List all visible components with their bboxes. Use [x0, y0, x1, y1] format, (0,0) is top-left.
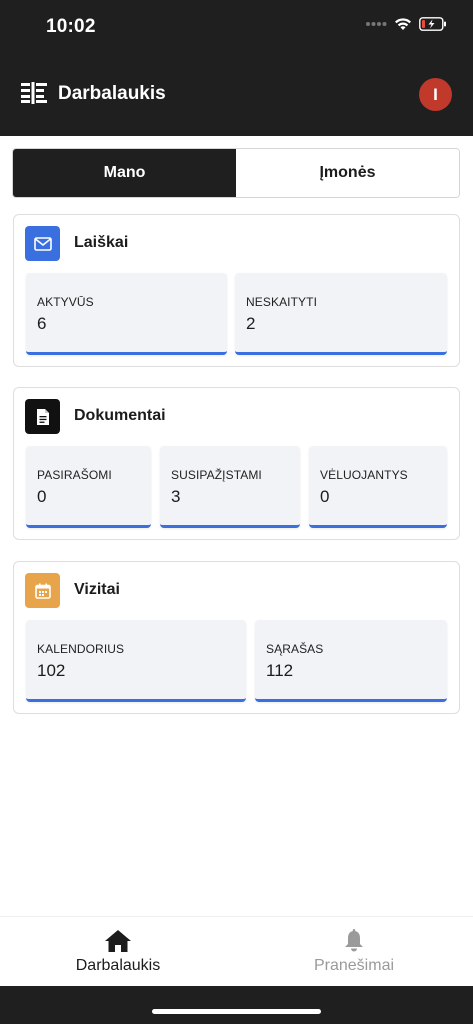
- stat-label: VĖLUOJANTYS: [320, 468, 408, 482]
- status-bar: 10:02: [0, 0, 473, 56]
- stat-pasirasomi[interactable]: PASIRAŠOMI 0: [26, 446, 151, 528]
- stat-value: 0: [320, 487, 330, 506]
- nav-pranesimai[interactable]: Pranešimai: [236, 917, 472, 987]
- bottom-nav: Darbalaukis Pranešimai: [0, 916, 473, 986]
- stat-aktyvus[interactable]: AKTYVŪS 6: [26, 273, 227, 355]
- signal-icon: [365, 21, 387, 27]
- status-icons: [365, 17, 447, 31]
- battery-icon: [419, 17, 447, 31]
- tab-mano[interactable]: Mano: [13, 149, 236, 197]
- card-title-vizitai: Vizitai: [74, 581, 120, 598]
- nav-darbalaukis[interactable]: Darbalaukis: [0, 917, 236, 987]
- stat-value: 2: [246, 314, 256, 333]
- nav-label: Pranešimai: [313, 957, 395, 974]
- stat-value: 112: [266, 661, 294, 680]
- calendar-icon: [25, 573, 60, 608]
- document-icon: [25, 399, 60, 434]
- stat-label: SĄRAŠAS: [266, 642, 324, 656]
- stat-value: 3: [171, 487, 181, 506]
- stat-veluojantys[interactable]: VĖLUOJANTYS 0: [309, 446, 447, 528]
- stat-label: AKTYVŪS: [37, 295, 94, 309]
- bell-icon: [343, 929, 365, 958]
- status-time: 10:02: [46, 16, 96, 37]
- app-logo-icon: [21, 82, 47, 109]
- app-header: Darbalaukis I: [0, 56, 473, 136]
- card-dokumentai: Dokumentai PASIRAŠOMI 0 SUSIPAŽĮSTAMI 3 …: [13, 387, 460, 540]
- page-title: Darbalaukis: [58, 83, 166, 104]
- stat-label: KALENDORIUS: [37, 642, 125, 656]
- card-title-dokumentai: Dokumentai: [74, 407, 166, 424]
- card-title-laiskai: Laiškai: [74, 234, 129, 251]
- card-vizitai: Vizitai KALENDORIUS 102 SĄRAŠAS 112: [13, 561, 460, 714]
- tab-imones[interactable]: Įmonės: [236, 149, 459, 197]
- nav-label: Darbalaukis: [75, 957, 161, 974]
- stat-value: 102: [37, 661, 66, 680]
- home-indicator[interactable]: [152, 1009, 321, 1014]
- home-icon: [104, 929, 132, 958]
- segmented-tabs: Mano Įmonės: [12, 148, 460, 198]
- stat-susipazistami[interactable]: SUSIPAŽĮSTAMI 3: [160, 446, 300, 528]
- card-laiskai: Laiškai AKTYVŪS 6 NESKAITYTI 2: [13, 214, 460, 367]
- stat-value: 0: [37, 487, 47, 506]
- stat-neskaityti[interactable]: NESKAITYTI 2: [235, 273, 447, 355]
- home-bar: [0, 986, 473, 1024]
- avatar[interactable]: I: [419, 78, 452, 111]
- stat-sarasas[interactable]: SĄRAŠAS 112: [255, 620, 447, 702]
- stat-label: NESKAITYTI: [246, 295, 318, 309]
- wifi-icon: [394, 17, 412, 31]
- stat-label: PASIRAŠOMI: [37, 468, 112, 482]
- mail-icon: [25, 226, 60, 261]
- stat-value: 6: [37, 314, 47, 333]
- stat-kalendorius[interactable]: KALENDORIUS 102: [26, 620, 246, 702]
- stat-label: SUSIPAŽĮSTAMI: [171, 468, 262, 482]
